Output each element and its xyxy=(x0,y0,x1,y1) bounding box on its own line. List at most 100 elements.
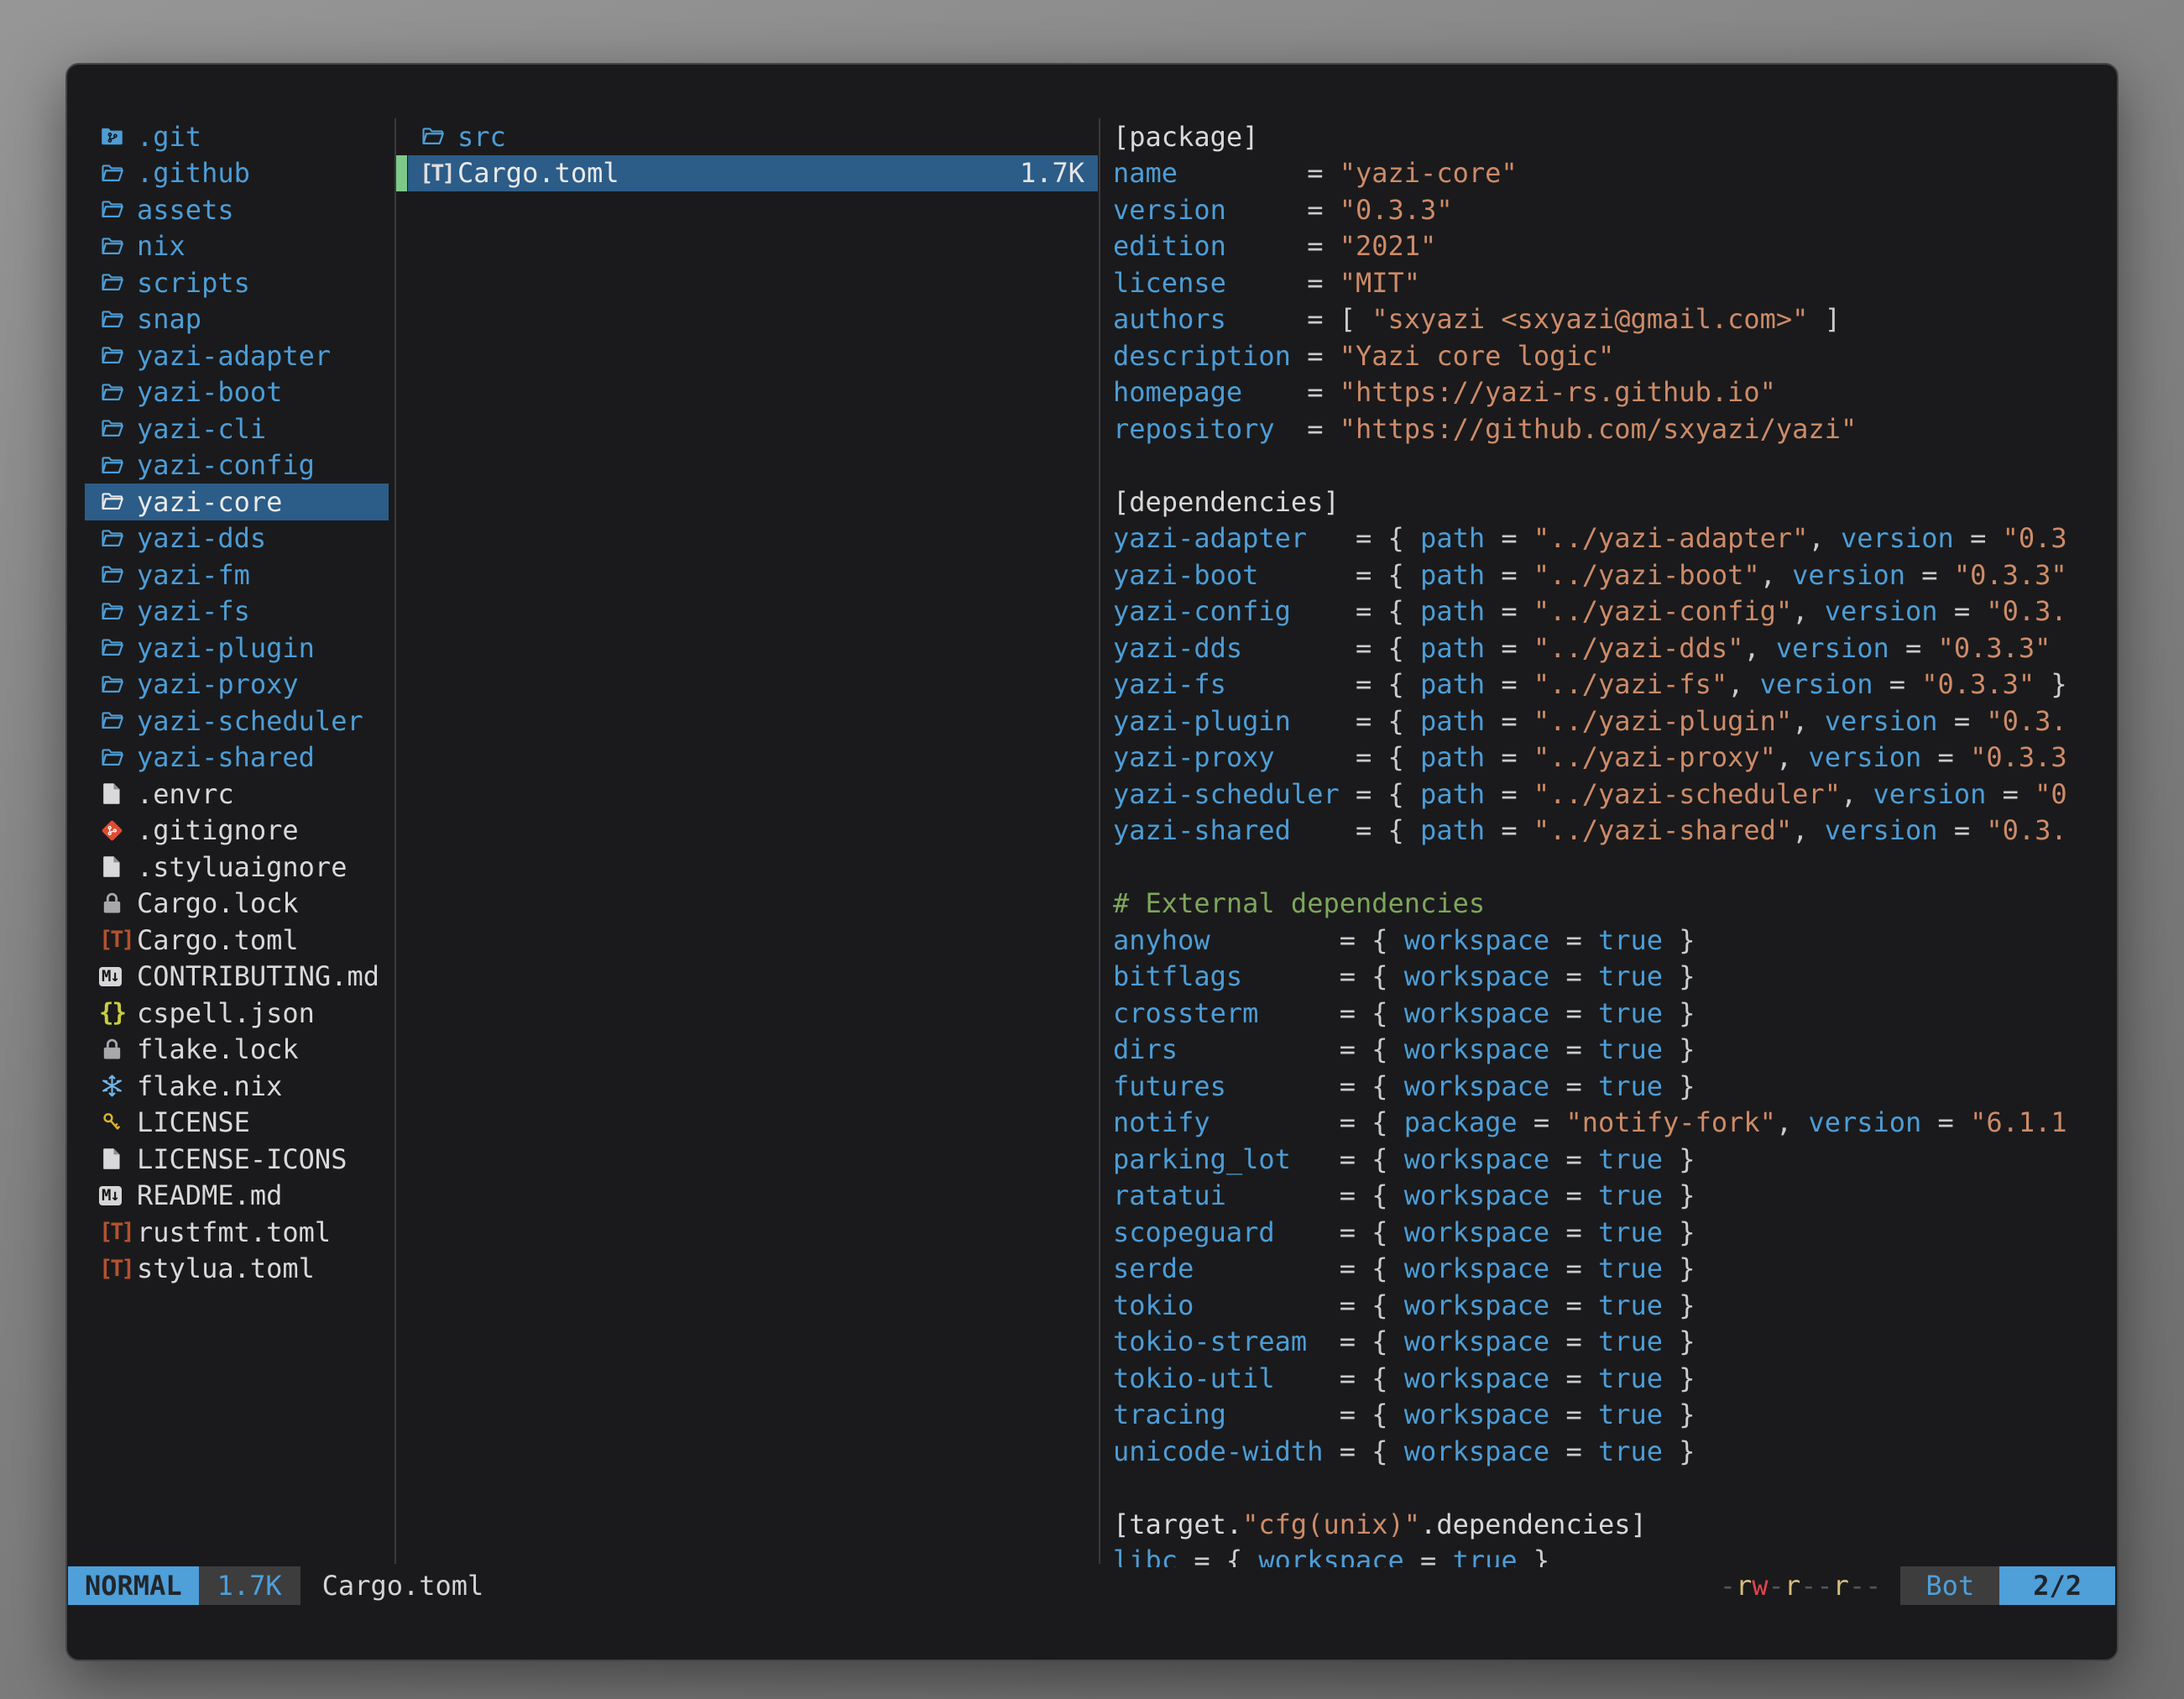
item-label: LICENSE-ICONS xyxy=(137,1143,347,1175)
folder-open-icon xyxy=(99,191,137,228)
list-item[interactable]: flake.lock xyxy=(85,1032,389,1069)
folder-open-icon xyxy=(99,155,137,192)
list-item[interactable]: [T]Cargo.toml xyxy=(85,922,389,959)
list-item[interactable]: LICENSE xyxy=(85,1105,389,1142)
item-label: yazi-plugin xyxy=(137,632,315,664)
list-item[interactable]: M↓README.md xyxy=(85,1178,389,1215)
list-item[interactable]: yazi-config xyxy=(85,447,389,484)
folder-open-icon xyxy=(99,484,137,520)
item-label: yazi-cli xyxy=(137,413,266,445)
preview-line: yazi-dds = { path = "../yazi-dds", versi… xyxy=(1113,630,2110,667)
list-item[interactable]: .envrc xyxy=(85,776,389,813)
folder-open-icon xyxy=(99,667,137,703)
json-icon: {} xyxy=(99,995,137,1032)
folder-open-icon xyxy=(99,264,137,301)
desktop-background: { "theme": { "bg": "#1a1a1c", "blue": "#… xyxy=(0,0,2184,1699)
list-item[interactable]: snap xyxy=(85,301,389,338)
list-item[interactable]: yazi-fm xyxy=(85,557,389,593)
preview-line: version = "0.3.3" xyxy=(1113,191,2110,228)
item-label: rustfmt.toml xyxy=(137,1216,331,1248)
list-item[interactable]: yazi-core xyxy=(85,484,389,520)
list-item[interactable]: M↓CONTRIBUTING.md xyxy=(85,959,389,996)
list-item[interactable]: [T]rustfmt.toml xyxy=(85,1214,389,1251)
item-label: yazi-fs xyxy=(137,595,250,627)
item-label: yazi-scheduler xyxy=(137,705,363,737)
list-item[interactable]: scripts xyxy=(85,264,389,301)
list-item[interactable]: Cargo.lock xyxy=(85,886,389,923)
item-label: flake.nix xyxy=(137,1070,282,1102)
toml-icon: [T] xyxy=(420,155,457,192)
preview-line: yazi-adapter = { path = "../yazi-adapter… xyxy=(1113,520,2110,557)
folder-open-icon xyxy=(99,703,137,740)
folder-open-icon xyxy=(99,228,137,265)
folder-open-icon xyxy=(99,374,137,411)
preview-line: tokio = { workspace = true } xyxy=(1113,1287,2110,1324)
list-item[interactable]: LICENSE-ICONS xyxy=(85,1141,389,1178)
permissions-label: -rw-r--r-- xyxy=(1720,1570,1882,1602)
preview-line: repository = "https://github.com/sxyazi/… xyxy=(1113,410,2110,447)
item-label: .gitignore xyxy=(137,814,299,846)
list-item[interactable]: nix xyxy=(85,228,389,265)
item-label: yazi-shared xyxy=(137,741,315,773)
preview-line: futures = { workspace = true } xyxy=(1113,1068,2110,1105)
pane-divider-left xyxy=(394,118,396,1564)
item-label: src xyxy=(457,121,506,153)
item-label: yazi-adapter xyxy=(137,340,331,372)
list-item[interactable]: yazi-adapter xyxy=(85,337,389,374)
preview-line: unicode-width = { workspace = true } xyxy=(1113,1433,2110,1470)
item-label: Cargo.toml xyxy=(137,924,299,956)
preview-line: yazi-plugin = { path = "../yazi-plugin",… xyxy=(1113,703,2110,740)
preview-line: name = "yazi-core" xyxy=(1113,155,2110,192)
list-item[interactable]: flake.nix xyxy=(85,1068,389,1105)
list-item[interactable]: yazi-dds xyxy=(85,520,389,557)
preview-line: license = "MIT" xyxy=(1113,264,2110,301)
preview-line xyxy=(1113,447,2110,484)
preview-line: tokio-util = { workspace = true } xyxy=(1113,1360,2110,1397)
preview-line xyxy=(1113,849,2110,886)
preview-line: # External dependencies xyxy=(1113,886,2110,923)
list-item[interactable]: yazi-shared xyxy=(85,740,389,776)
position-badge: Bot xyxy=(1900,1566,1999,1605)
folder-open-icon xyxy=(99,337,137,374)
list-item[interactable]: yazi-cli xyxy=(85,410,389,447)
list-item[interactable]: yazi-proxy xyxy=(85,667,389,703)
list-item[interactable]: {}cspell.json xyxy=(85,995,389,1032)
filename-label: Cargo.toml xyxy=(322,1570,484,1602)
list-item[interactable]: src xyxy=(408,118,1098,155)
status-right: -rw-r--r-- Bot 2/2 xyxy=(1720,1566,2115,1605)
list-item[interactable]: [T]Cargo.toml1.7K xyxy=(408,155,1098,192)
preview-line: tracing = { workspace = true } xyxy=(1113,1397,2110,1434)
item-label: Cargo.lock xyxy=(137,887,299,919)
list-item[interactable]: [T]stylua.toml xyxy=(85,1251,389,1288)
counter-badge: 2/2 xyxy=(1999,1566,2115,1605)
markdown-icon: M↓ xyxy=(99,959,137,996)
list-item[interactable]: .styluaignore xyxy=(85,849,389,886)
item-label: yazi-boot xyxy=(137,376,282,408)
preview-line: homepage = "https://yazi-rs.github.io" xyxy=(1113,374,2110,411)
list-item[interactable]: yazi-fs xyxy=(85,593,389,630)
folder-open-icon xyxy=(99,410,137,447)
list-item[interactable]: assets xyxy=(85,191,389,228)
preview-pane[interactable]: [package]name = "yazi-core"version = "0.… xyxy=(1113,118,2110,1567)
preview-line: [dependencies] xyxy=(1113,484,2110,520)
file-icon xyxy=(99,1141,137,1178)
preview-line: authors = [ "sxyazi <sxyazi@gmail.com>" … xyxy=(1113,301,2110,338)
preview-line: yazi-scheduler = { path = "../yazi-sched… xyxy=(1113,776,2110,813)
folder-open-icon xyxy=(99,593,137,630)
key-icon xyxy=(99,1105,137,1142)
list-item[interactable]: yazi-boot xyxy=(85,374,389,411)
list-item[interactable]: .github xyxy=(85,155,389,192)
mode-badge: NORMAL xyxy=(68,1566,199,1605)
list-item[interactable]: .git xyxy=(85,118,389,155)
item-label: .github xyxy=(137,157,250,189)
list-item[interactable]: yazi-plugin xyxy=(85,630,389,667)
status-left: NORMAL 1.7K Cargo.toml xyxy=(68,1566,483,1605)
preview-line: serde = { workspace = true } xyxy=(1113,1251,2110,1288)
list-item[interactable]: yazi-scheduler xyxy=(85,703,389,740)
item-label: assets xyxy=(137,194,234,226)
toml-icon: [T] xyxy=(99,1251,137,1288)
file-size: 1.7K xyxy=(1020,157,1098,189)
list-item[interactable]: .gitignore xyxy=(85,813,389,850)
parent-pane: .git.github assetsnixscriptssnapyazi-adap… xyxy=(85,118,389,1287)
folder-open-icon xyxy=(99,520,137,557)
